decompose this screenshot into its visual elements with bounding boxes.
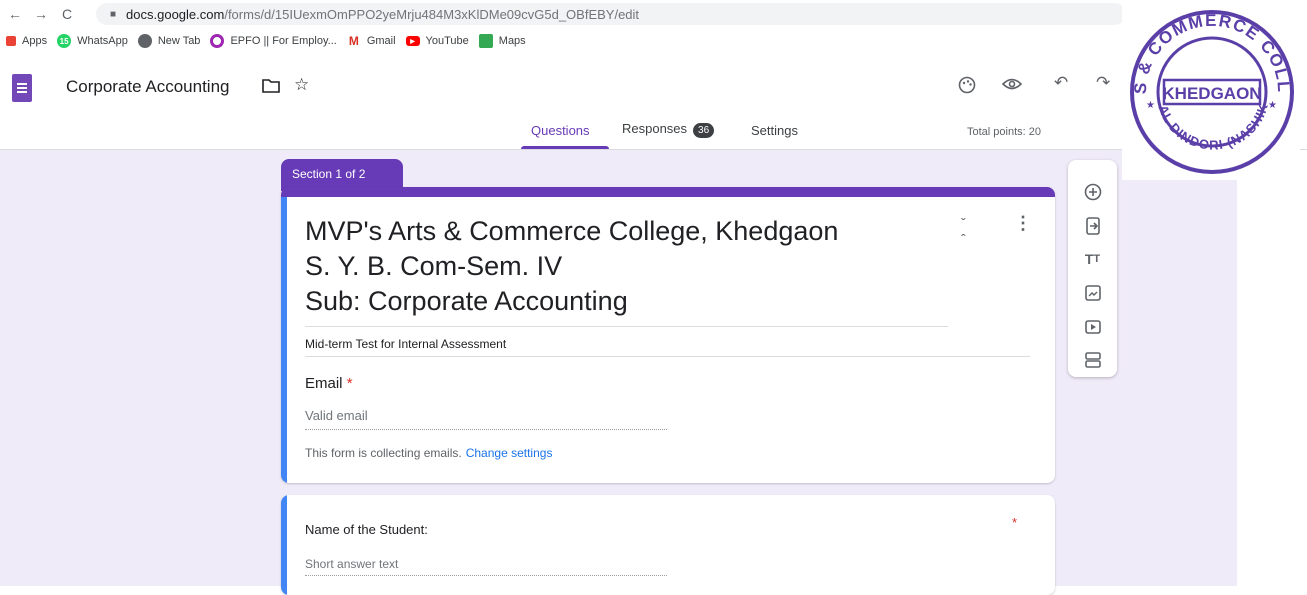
focus-indicator-bar [281, 197, 287, 483]
youtube-icon: ▶ [405, 36, 420, 46]
floating-toolbar: T​ T [1068, 160, 1117, 377]
globe-icon [137, 34, 152, 48]
question-card-student-name[interactable]: Name of the Student: * Short answer text [281, 495, 1055, 595]
redo-icon[interactable]: ↷ [1096, 73, 1110, 93]
form-description[interactable]: Mid-term Test for Internal Assessment [305, 337, 506, 351]
forms-logo-icon[interactable] [12, 74, 32, 102]
total-points: Total points: 20 [967, 126, 1041, 138]
address-bar[interactable]: ■ docs.google.com/forms/d/15IUexmOmPPO2y… [96, 3, 1126, 25]
svg-text:★: ★ [1268, 100, 1277, 111]
folder-icon[interactable] [262, 78, 280, 98]
bookmark-maps[interactable]: Maps [478, 34, 526, 48]
title-divider [305, 326, 948, 327]
short-answer-input: Short answer text [305, 557, 399, 571]
collapse-section-icon[interactable]: ˇˆ [961, 215, 966, 247]
lock-icon[interactable]: ■ [110, 9, 116, 20]
form-header-card[interactable]: MVP's Arts & Commerce College, Khedgaon … [281, 187, 1055, 483]
url-path: /forms/d/15IUexmOmPPO2yeMrju484M3xKlDMe0… [224, 6, 640, 22]
undo-icon[interactable]: ↶ [1054, 73, 1068, 93]
browser-toolbar: ← → C ■ docs.google.com/forms/d/15IUexmO… [0, 0, 1307, 28]
collecting-emails-note: This form is collecting emails. Change se… [305, 446, 553, 460]
maps-icon [478, 34, 493, 48]
active-tab-indicator [521, 146, 609, 149]
back-arrow-icon[interactable]: ← [4, 6, 26, 22]
reload-icon[interactable]: C [56, 6, 78, 22]
add-image-icon[interactable] [1068, 278, 1117, 308]
college-stamp: ARTS & COMMERCE COLLEGE TAL DINDORI (NAS… [1115, 0, 1300, 180]
email-input[interactable]: Valid email [305, 408, 368, 423]
palette-icon[interactable] [958, 76, 976, 99]
short-answer-underline [305, 575, 667, 576]
required-asterisk: * [1012, 515, 1018, 530]
bookmark-new-tab[interactable]: New Tab [137, 34, 200, 48]
tab-questions[interactable]: Questions [531, 123, 590, 138]
preview-eye-icon[interactable] [1001, 76, 1023, 97]
email-question-label: Email * [305, 375, 353, 392]
question-title[interactable]: Name of the Student: [305, 522, 428, 537]
import-questions-icon[interactable] [1068, 211, 1117, 241]
tab-responses-label: Responses [622, 121, 688, 136]
forward-arrow-icon[interactable]: → [30, 6, 52, 22]
change-settings-link[interactable]: Change settings [466, 446, 553, 460]
required-asterisk: * [346, 375, 353, 392]
description-divider [305, 356, 1030, 357]
form-title-line-3[interactable]: Sub: Corporate Accounting [305, 286, 628, 317]
svg-text:KHEDGAON: KHEDGAON [1162, 84, 1261, 103]
tab-settings[interactable]: Settings [751, 123, 798, 138]
forms-header: Corporate Accounting ☆ ↶ ↷ Questions Res… [0, 56, 1307, 150]
form-title[interactable]: Corporate Accounting [66, 77, 230, 97]
add-section-icon[interactable] [1068, 345, 1117, 375]
whatsapp-icon: 15 [57, 34, 72, 48]
form-tabs: Questions Responses 36 Settings [0, 121, 1307, 150]
email-input-underline [305, 429, 667, 430]
bookmark-gmail[interactable]: M Gmail [346, 34, 396, 48]
epfo-icon [210, 34, 225, 48]
add-title-text-icon[interactable]: T​ T [1068, 244, 1117, 274]
form-editor-canvas: Section 1 of 2 MVP's Arts & Commerce Col… [0, 150, 1237, 595]
bookmark-whatsapp[interactable]: 15 WhatsApp [57, 34, 128, 48]
star-icon[interactable]: ☆ [294, 75, 309, 95]
bookmark-youtube[interactable]: ▶ YouTube [405, 35, 469, 47]
gmail-icon: M [346, 34, 361, 48]
add-video-icon[interactable] [1068, 312, 1117, 342]
url-host: docs.google.com [126, 6, 225, 22]
college-stamp-seal-icon: ARTS & COMMERCE COLLEGE TAL DINDORI (NAS… [1115, 0, 1294, 174]
form-title-line-2[interactable]: S. Y. B. Com-Sem. IV [305, 251, 562, 282]
svg-text:★: ★ [1146, 100, 1155, 111]
bookmark-epfo[interactable]: EPFO || For Employ... [210, 34, 337, 48]
bookmarks-bar: Apps 15 WhatsApp New Tab EPFO || For Empl… [0, 30, 526, 52]
more-options-icon[interactable]: ⋮ [1014, 213, 1032, 234]
tab-responses[interactable]: Responses 36 [622, 121, 715, 138]
form-title-line-1[interactable]: MVP's Arts & Commerce College, Khedgaon [305, 216, 838, 247]
apps-grid-icon [6, 36, 16, 46]
bookmark-apps[interactable]: Apps [6, 35, 47, 47]
focus-indicator-bar [281, 495, 287, 595]
responses-count-badge: 36 [693, 123, 715, 138]
add-question-icon[interactable] [1068, 177, 1117, 207]
